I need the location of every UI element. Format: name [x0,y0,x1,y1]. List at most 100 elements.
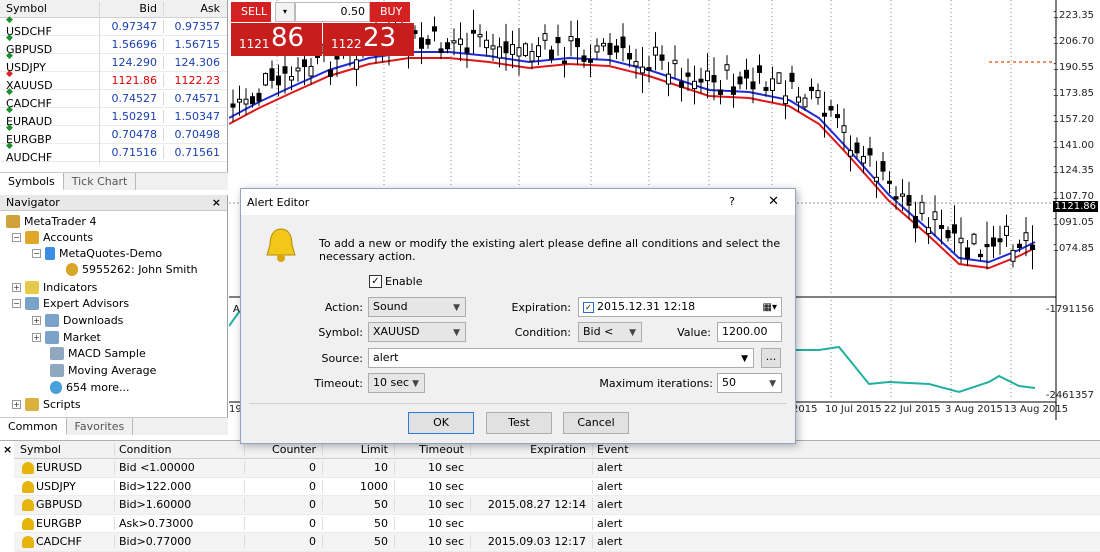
symbol-name: AUDCHF [6,151,53,164]
expand-icon[interactable]: + [32,315,41,325]
timeout-label: Timeout: [314,377,363,390]
candle-body [906,195,912,206]
candle-body [516,47,522,57]
max-iterations-select[interactable]: 50 ▼ [717,373,782,393]
source-input[interactable]: alert ▼ [368,348,754,368]
action-select[interactable]: Sound ▼ [368,297,466,317]
col-ask[interactable]: Ask [164,2,226,15]
nav-item-metatrader[interactable]: MetaTrader 4 [6,213,96,229]
symbol-select[interactable]: XAUUSD ▼ [368,322,466,342]
col-expiration[interactable]: Expiration [470,443,592,456]
expiration-checkbox[interactable]: ✓ [583,301,594,313]
candle-body [1010,249,1016,262]
col-symbol[interactable]: Symbol [14,443,114,456]
dialog-title: Alert Editor [247,195,310,209]
user-icon [66,262,78,276]
candle-body [822,112,827,117]
candle-body [497,46,502,59]
candle-body [900,193,905,197]
alerts-panel: × Symbol Condition Counter Limit Timeout… [0,440,1100,552]
ask-value: 1.56715 [174,38,221,51]
collapse-icon[interactable]: − [12,298,21,308]
candle-body [770,78,775,91]
col-counter[interactable]: Counter [244,443,322,456]
candle-body [880,161,886,172]
col-symbol[interactable]: Symbol [0,2,100,15]
candle-body [438,48,444,54]
buy-button[interactable]: BUY [370,2,410,22]
nav-item-expert-advisors[interactable]: − Expert Advisors [12,295,129,311]
expand-icon[interactable]: + [32,332,41,342]
candle-body [867,148,873,156]
help-button[interactable]: ? [729,195,735,208]
alert-condition: Bid>1.60000 [114,498,244,512]
bell-icon [22,517,34,530]
alerts-close-button[interactable]: × [3,443,12,456]
buy-price-box[interactable]: 1122 23 [323,23,414,56]
volume-input[interactable]: 0.50 [295,2,370,22]
enable-checkbox-row[interactable]: ✓ Enable [369,275,422,288]
calendar-icon[interactable]: ▦▾ [763,299,777,317]
col-event[interactable]: Event [592,443,792,456]
sell-price-box[interactable]: 1121 86 [231,23,322,56]
nav-item-downloads[interactable]: + Downloads [32,312,123,328]
collapse-icon[interactable]: − [32,248,41,258]
sell-button[interactable]: SELL [231,2,271,22]
candle-body [711,75,717,83]
tab-symbols[interactable]: Symbols [0,173,64,190]
navigator-close-button[interactable]: × [212,196,221,209]
browse-button[interactable]: ... [761,348,781,368]
condition-select[interactable]: Bid < ▼ [578,322,642,342]
candle-body [581,55,587,62]
nav-item-scripts[interactable]: + Scripts [12,396,81,412]
col-bid[interactable]: Bid [100,2,164,15]
tab-tick-chart[interactable]: Tick Chart [64,173,137,190]
alert-event: alert [592,498,792,512]
candle-body [328,69,333,77]
expand-icon[interactable]: + [12,282,21,292]
collapse-icon[interactable]: − [12,232,21,242]
volume-down-icon[interactable]: ▾ [275,2,295,22]
tab-common[interactable]: Common [0,418,67,435]
candle-body [926,227,931,235]
timeout-select[interactable]: 10 sec ▼ [368,373,425,393]
candle-body [237,98,242,103]
enable-checkbox[interactable]: ✓ [369,275,382,288]
candle-body [302,59,307,68]
folder-icon [45,330,59,344]
nav-item-macd-sample[interactable]: MACD Sample [50,345,146,361]
alert-limit: 50 [322,535,394,549]
expiration-picker[interactable]: ✓ 2015.12.31 12:18 ▦▾ [578,297,782,317]
candle-body [653,46,658,56]
expert-icon [50,346,64,360]
test-button[interactable]: Test [486,412,552,434]
alert-row[interactable]: CADCHF Bid>0.77000 0 50 10 sec 2015.09.03 12:… [14,533,1100,552]
arrow-up-icon: ◆ [6,105,13,115]
market-watch-row[interactable]: ◆ AUDCHF 0.71516 0.71561 [0,141,227,164]
ok-button[interactable]: OK [408,412,474,434]
nav-item-accounts[interactable]: − Accounts [12,229,93,245]
col-condition[interactable]: Condition [114,443,244,456]
nav-item-more[interactable]: 654 more... [50,379,129,395]
expand-icon[interactable]: + [12,399,21,409]
arrow-down-icon: ◆ [6,69,13,79]
cancel-button[interactable]: Cancel [563,412,629,434]
folder-icon [6,214,20,228]
nav-item-server[interactable]: − MetaQuotes-Demo [32,245,162,261]
candle-body [484,39,489,49]
value-input[interactable]: 1200.00 [717,322,782,342]
sell-price-small: 1121 [239,37,270,51]
nav-item-account[interactable]: 5955262: John Smith [66,261,198,277]
alert-row[interactable]: EURGBP Ask>0.73000 0 50 10 sec alert [14,515,1100,533]
nav-item-market[interactable]: + Market [32,329,101,345]
alert-row[interactable]: GBPUSD Bid>1.60000 0 50 10 sec 2015.08.27 12:… [14,496,1100,515]
tab-favorites[interactable]: Favorites [67,418,134,435]
dialog-close-button[interactable]: ✕ [768,194,779,209]
alert-row[interactable]: USDJPY Bid>122.000 0 1000 10 sec alert [14,478,1100,496]
nav-item-indicators[interactable]: + Indicators [12,279,97,295]
nav-item-moving-average[interactable]: Moving Average [50,362,156,378]
col-limit[interactable]: Limit [322,443,394,456]
col-timeout[interactable]: Timeout [394,443,470,456]
alert-row[interactable]: EURUSD Bid <1.00000 0 10 10 sec alert [14,459,1100,478]
chevron-down-icon[interactable]: ▼ [741,350,748,368]
